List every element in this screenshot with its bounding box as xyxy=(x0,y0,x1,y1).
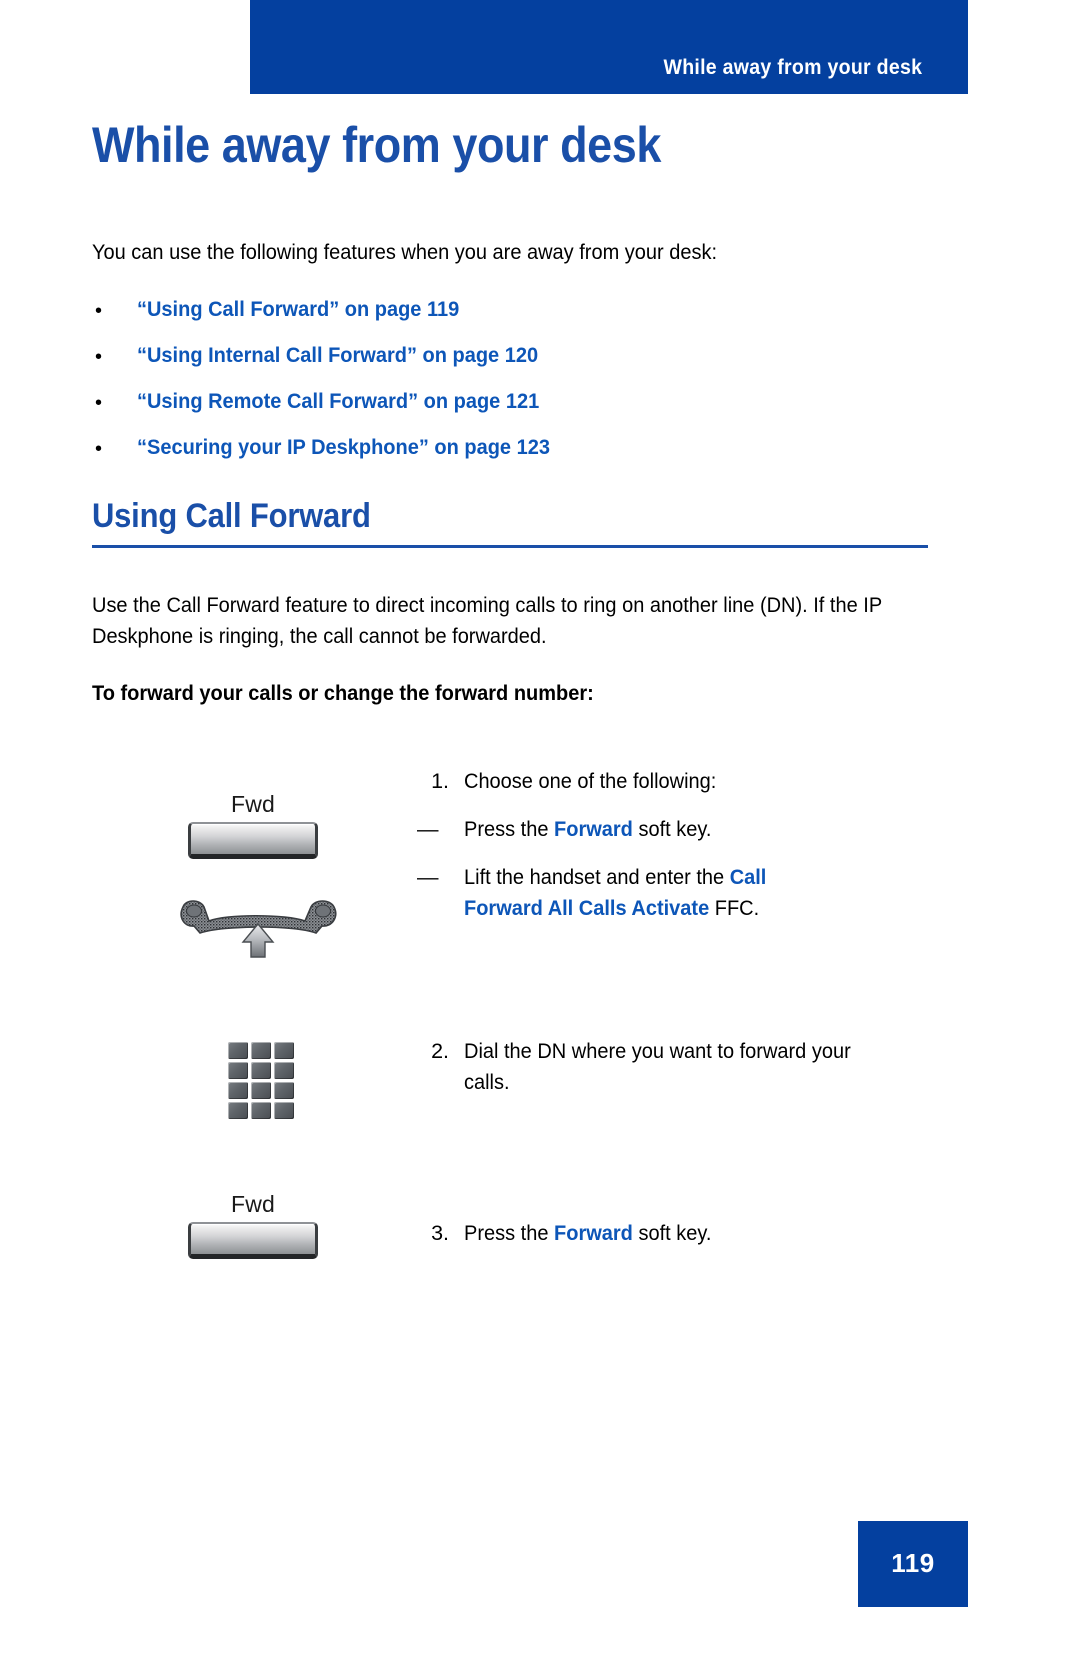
step-text-pre: Press the xyxy=(464,1221,555,1245)
softkey-button-graphic xyxy=(188,822,318,859)
softkey-button-graphic xyxy=(188,1222,318,1259)
dialpad-key xyxy=(251,1062,271,1079)
dialpad-key xyxy=(228,1062,248,1079)
list-item[interactable]: • “Using Internal Call Forward” on page … xyxy=(92,342,972,388)
substep-line: — Lift the handset and enter the Call Fo… xyxy=(417,862,849,924)
substep-line: — Press the Forward soft key. xyxy=(417,814,928,845)
dialpad-key xyxy=(274,1062,294,1079)
substep-text-post: FFC. xyxy=(709,896,760,920)
em-dash-icon: — xyxy=(417,865,439,889)
softkey-fwd-icon: Fwd xyxy=(188,790,318,859)
step-line: 2. Dial the DN where you want to forward… xyxy=(417,1036,892,1098)
procedure-step-2-body: 2. Dial the DN where you want to forward… xyxy=(417,1030,928,1098)
step-text: Choose one of the following: xyxy=(464,769,717,793)
section-paragraph: Use the Call Forward feature to direct i… xyxy=(92,593,882,648)
dialpad-key xyxy=(274,1102,294,1119)
bullet-icon: • xyxy=(95,346,103,368)
list-item[interactable]: • “Using Call Forward” on page 119 xyxy=(92,296,972,342)
procedure-step-3-body: 3. Press the Forward soft key. xyxy=(417,1190,928,1249)
page-number: 119 xyxy=(891,1548,935,1578)
procedure-step-1-body: 1. Choose one of the following: — Press … xyxy=(417,760,928,924)
page-title: While away from your desk xyxy=(92,117,661,173)
softkey-label: Fwd xyxy=(230,791,276,817)
step-line: 3. Press the Forward soft key. xyxy=(417,1218,928,1249)
procedure-step-2-artwork xyxy=(92,1030,417,1119)
step-number: 3. xyxy=(431,1221,449,1245)
substep-text: Press the Forward soft key. xyxy=(464,814,896,845)
procedure-step-3-artwork: Fwd xyxy=(92,1190,417,1259)
dialpad-key xyxy=(274,1082,294,1099)
step-line: 1. Choose one of the following: xyxy=(417,766,928,797)
bullet-icon: • xyxy=(95,438,103,460)
softkey-keyword: Forward xyxy=(554,1221,633,1245)
substep-text-post: soft key. xyxy=(632,817,712,841)
dialpad-icon xyxy=(228,1042,296,1119)
list-item[interactable]: • “Using Remote Call Forward” on page 12… xyxy=(92,388,972,434)
step-number: 2. xyxy=(431,1039,449,1063)
step-text-post: soft key. xyxy=(632,1221,712,1245)
bullet-icon: • xyxy=(95,392,103,414)
dialpad-key xyxy=(228,1042,248,1059)
softkey-fwd-icon: Fwd xyxy=(188,1190,318,1259)
dialpad-key xyxy=(251,1082,271,1099)
cross-reference-list: • “Using Call Forward” on page 119 • “Us… xyxy=(92,296,972,480)
xref-link-using-call-forward[interactable]: “Using Call Forward” on page 119 xyxy=(137,296,459,322)
procedure-step-1: Fwd 1. Choose one of the following: — Pr… xyxy=(92,760,928,1008)
step-number: 1. xyxy=(431,769,449,793)
xref-link-securing-your-ip-deskphone[interactable]: “Securing your IP Deskphone” on page 123 xyxy=(137,434,550,460)
dialpad-key xyxy=(251,1042,271,1059)
softkey-keyword: Forward xyxy=(554,817,633,841)
dialpad-key xyxy=(251,1102,271,1119)
softkey-label: Fwd xyxy=(230,1191,276,1217)
dialpad-key xyxy=(228,1082,248,1099)
intro-paragraph: You can use the following features when … xyxy=(92,240,718,264)
dialpad-key xyxy=(228,1102,248,1119)
em-dash-icon: — xyxy=(417,817,439,841)
xref-link-using-internal-call-forward[interactable]: “Using Internal Call Forward” on page 12… xyxy=(137,342,538,368)
footer-page-block: 119 xyxy=(858,1521,968,1607)
substep-text-pre: Press the xyxy=(464,817,555,841)
procedure-step-2: 2. Dial the DN where you want to forward… xyxy=(92,1030,928,1160)
procedure-lead-in: To forward your calls or change the forw… xyxy=(92,681,594,705)
procedure-step-3: Fwd 3. Press the Forward soft key. xyxy=(92,1190,928,1300)
step-text: Press the Forward soft key. xyxy=(464,1218,896,1249)
dialpad-key xyxy=(274,1042,294,1059)
section-heading-rule xyxy=(92,545,928,548)
bullet-icon: • xyxy=(95,300,103,322)
xref-link-using-remote-call-forward[interactable]: “Using Remote Call Forward” on page 121 xyxy=(137,388,539,414)
substep-text: Lift the handset and enter the Call Forw… xyxy=(464,862,822,924)
section-heading: Using Call Forward xyxy=(92,497,371,535)
substep-text-pre: Lift the handset and enter the xyxy=(464,865,730,889)
procedure-table: Fwd 1. Choose one of the following: — Pr… xyxy=(92,760,928,1300)
procedure-step-1-artwork: Fwd xyxy=(92,760,417,959)
handset-lift-icon xyxy=(174,897,344,959)
page-content: While away from your desk You can use th… xyxy=(92,0,928,1669)
step-text: Dial the DN where you want to forward yo… xyxy=(464,1039,851,1094)
list-item[interactable]: • “Securing your IP Deskphone” on page 1… xyxy=(92,434,972,480)
